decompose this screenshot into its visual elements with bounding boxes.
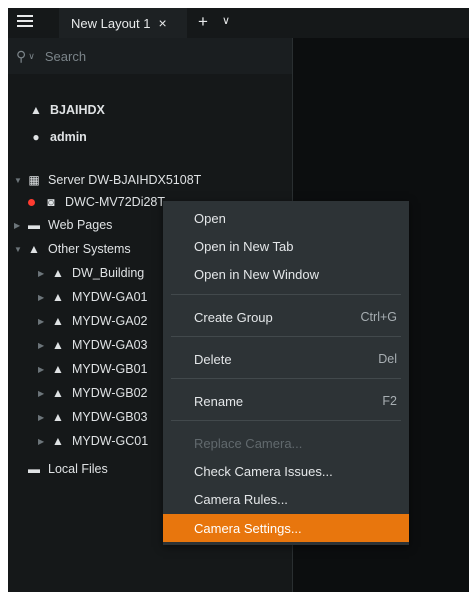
tree-item-local-files[interactable]: ▬ Local Files — [26, 458, 108, 480]
web-pages-label: Web Pages — [48, 218, 113, 232]
system-label: MYDW-GB02 — [72, 386, 148, 400]
menu-item-label: Open in New Tab — [194, 238, 294, 254]
tree-item-system[interactable]: ▶ ▲ MYDW-GB03 — [38, 406, 147, 428]
menu-separator — [171, 378, 401, 379]
expand-arrow-icon[interactable]: ▼ — [14, 176, 26, 185]
system-name: BJAIHDX — [50, 103, 105, 117]
menu-item-check-camera-issues[interactable]: Check Camera Issues... — [163, 458, 409, 484]
search-icon: ⚲ — [16, 47, 27, 64]
system-label: MYDW-GA01 — [72, 290, 148, 304]
system-label: MYDW-GA02 — [72, 314, 148, 328]
system-icon: ▲ — [52, 362, 64, 376]
menu-item-create-group[interactable]: Create Group Ctrl+G — [163, 304, 409, 330]
expand-arrow-icon[interactable]: ▼ — [14, 245, 26, 254]
system-icon: ▲ — [30, 103, 42, 117]
system-icon: ▲ — [52, 410, 64, 424]
shortcut-label: F2 — [382, 394, 397, 408]
menu-item-label: Replace Camera... — [194, 435, 303, 451]
camera-icon: ◙ — [47, 195, 55, 209]
tree-item-user[interactable]: ● admin — [28, 126, 87, 148]
user-icon: ● — [32, 130, 40, 144]
menu-item-open-new-window[interactable]: Open in New Window — [163, 261, 409, 287]
menu-item-label: Open — [194, 210, 226, 226]
menu-item-open-new-tab[interactable]: Open in New Tab — [163, 233, 409, 259]
system-icon: ▲ — [52, 386, 64, 400]
system-label: MYDW-GB03 — [72, 410, 148, 424]
tree-item-system[interactable]: ▶ ▲ MYDW-GB01 — [38, 358, 147, 380]
camera-name: DWC-MV72Di28T — [65, 195, 166, 209]
tree-item-web-pages[interactable]: ▶ ▬ Web Pages — [14, 214, 112, 236]
user-name: admin — [50, 130, 87, 144]
menu-item-label: Camera Rules... — [194, 491, 288, 507]
system-icon: ▲ — [52, 434, 64, 448]
expand-arrow-icon[interactable]: ▶ — [38, 389, 50, 398]
menu-item-camera-rules[interactable]: Camera Rules... — [163, 486, 409, 512]
chevron-down-icon[interactable]: ∨ — [28, 51, 35, 62]
tab-label: New Layout 1 — [71, 15, 151, 31]
tree-item-system[interactable]: ▶ ▲ MYDW-GC01 — [38, 430, 148, 452]
hamburger-menu-icon[interactable] — [17, 15, 33, 31]
menu-item-label: Check Camera Issues... — [194, 463, 333, 479]
system-icon: ▲ — [52, 338, 64, 352]
tree-item-system[interactable]: ▶ ▲ MYDW-GA01 — [38, 286, 147, 308]
tree-item-system[interactable]: ▶ ▲ MYDW-GB02 — [38, 382, 147, 404]
tree-item-system[interactable]: ▲ BJAIHDX — [28, 99, 105, 121]
expand-arrow-icon[interactable]: ▶ — [14, 221, 26, 230]
menu-item-label: Open in New Window — [194, 266, 319, 282]
menu-item-label: Create Group — [194, 309, 273, 325]
offline-status-icon — [28, 198, 35, 206]
expand-arrow-icon[interactable]: ▶ — [38, 365, 50, 374]
menu-separator — [171, 336, 401, 337]
expand-arrow-icon[interactable]: ▶ — [38, 293, 50, 302]
top-bar: New Layout 1 × + ∨ — [8, 8, 469, 38]
menu-item-label: Delete — [194, 351, 232, 367]
tree-item-system[interactable]: ▶ ▲ DW_Building — [38, 262, 144, 284]
system-label: MYDW-GB01 — [72, 362, 148, 376]
menu-item-replace-camera: Replace Camera... — [163, 430, 409, 456]
expand-arrow-icon[interactable]: ▶ — [38, 317, 50, 326]
server-icon: ▦ — [28, 173, 40, 187]
other-systems-label: Other Systems — [48, 242, 131, 256]
system-icon: ▲ — [52, 266, 64, 280]
expand-arrow-icon[interactable]: ▶ — [38, 437, 50, 446]
expand-arrow-icon[interactable]: ▶ — [38, 269, 50, 278]
add-tab-button[interactable]: + — [198, 12, 208, 32]
menu-separator — [171, 294, 401, 295]
tree-item-server[interactable]: ▼ ▦ Server DW-BJAIHDX5108T — [14, 169, 201, 191]
shortcut-label: Ctrl+G — [360, 310, 397, 324]
search-input[interactable]: ⚲ ∨ Search — [8, 38, 292, 74]
tree-item-system[interactable]: ▶ ▲ MYDW-GA02 — [38, 310, 147, 332]
menu-item-label: Rename — [194, 393, 244, 409]
expand-arrow-icon[interactable]: ▶ — [38, 341, 50, 350]
context-menu: Open Open in New Tab Open in New Window … — [163, 201, 409, 545]
server-name: Server DW-BJAIHDX5108T — [48, 173, 202, 187]
menu-item-open[interactable]: Open — [163, 205, 409, 231]
close-icon[interactable]: × — [159, 15, 167, 31]
tree-item-camera[interactable]: ◙ DWC-MV72Di28T — [28, 191, 165, 213]
menu-separator — [171, 420, 401, 421]
expand-arrow-icon[interactable]: ▶ — [38, 413, 50, 422]
system-icon: ▲ — [52, 314, 64, 328]
search-placeholder: Search — [44, 48, 87, 64]
system-label: DW_Building — [72, 266, 145, 280]
tree-item-other-systems[interactable]: ▼ ▲ Other Systems — [14, 238, 131, 260]
local-files-label: Local Files — [48, 462, 108, 476]
folder-icon: ▬ — [28, 462, 40, 476]
menu-item-delete[interactable]: Delete Del — [163, 346, 409, 372]
chevron-down-icon[interactable]: ∨ — [222, 14, 230, 27]
web-pages-icon: ▬ — [28, 218, 40, 232]
tab-new-layout-1[interactable]: New Layout 1 × — [59, 8, 187, 38]
system-label: MYDW-GC01 — [72, 434, 149, 448]
menu-item-camera-settings[interactable]: Camera Settings... — [163, 514, 409, 542]
menu-item-rename[interactable]: Rename F2 — [163, 388, 409, 414]
menu-item-label: Camera Settings... — [194, 520, 302, 536]
tree-item-system[interactable]: ▶ ▲ MYDW-GA03 — [38, 334, 147, 356]
app-window: New Layout 1 × + ∨ ⚲ ∨ Search ▲ BJAIHDX … — [8, 8, 469, 592]
system-label: MYDW-GA03 — [72, 338, 148, 352]
system-icon: ▲ — [52, 290, 64, 304]
other-systems-icon: ▲ — [28, 242, 40, 256]
shortcut-label: Del — [378, 352, 397, 366]
